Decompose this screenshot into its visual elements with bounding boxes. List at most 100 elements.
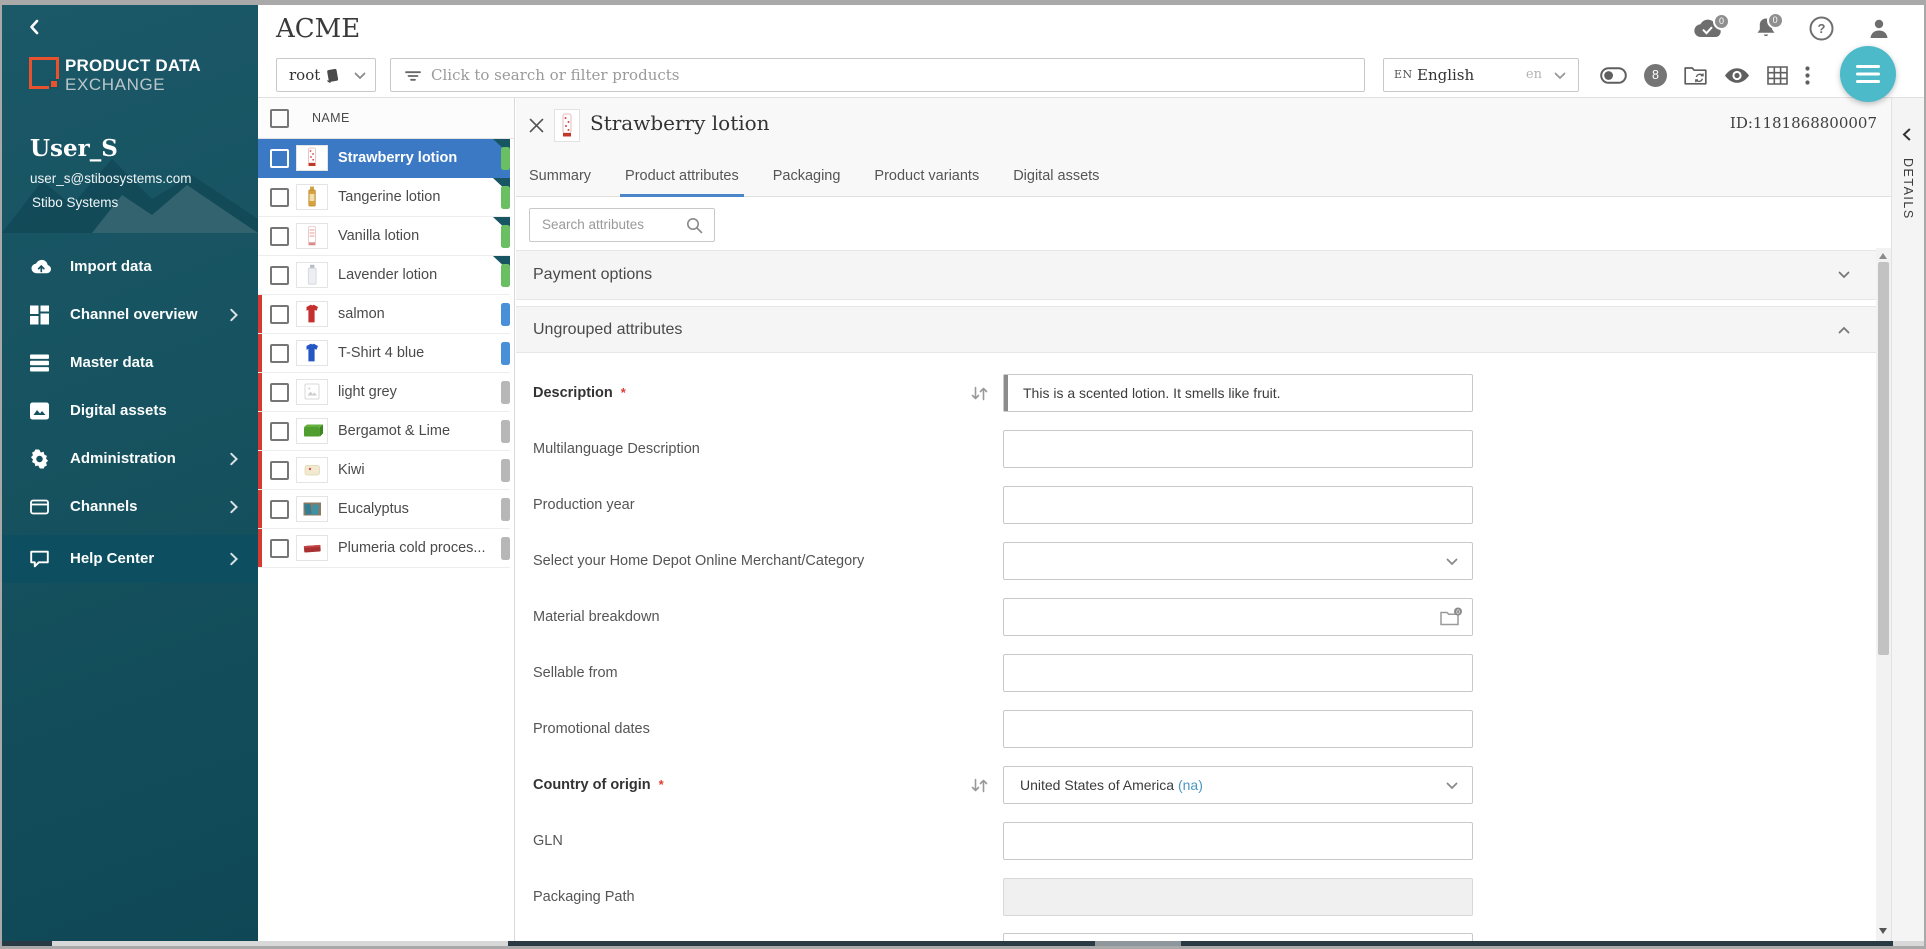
sidebar-item-label: Digital assets [70,389,167,433]
field-row-sellable-from: Sellable from [516,654,1891,692]
menu-fab-button[interactable] [1840,46,1896,102]
product-search-placeholder: Click to search or filter products [431,59,679,91]
product-thumbnail [296,301,328,327]
product-search-input[interactable]: Click to search or filter products [390,58,1365,92]
field-input-country-of-origin[interactable]: United States of America (na) [1003,766,1473,804]
sidebar-item-channel-overview[interactable]: Channel overview [2,293,258,337]
sidebar-collapse-icon[interactable] [24,15,43,39]
sidebar-item-label: Administration [70,437,176,481]
folder-count-icon[interactable]: 0 [1439,607,1463,627]
field-input-sellable-from[interactable] [1003,654,1473,692]
product-row-eucalyptus[interactable]: Eucalyptus [258,490,510,529]
product-row-light-grey[interactable]: light grey [258,373,510,412]
scroll-up-arrow[interactable] [1879,253,1887,259]
sidebar-item-help-center[interactable]: Help Center [2,535,258,583]
completeness-status-bar [501,264,510,287]
tab-digital-assets[interactable]: Digital assets [1009,158,1103,197]
product-thumbnail [296,496,328,522]
row-checkbox[interactable] [270,461,289,480]
field-input-promotional-dates[interactable] [1003,710,1473,748]
field-input-multilanguage-description[interactable] [1003,430,1473,468]
row-checkbox[interactable] [270,500,289,519]
chevron-down-icon[interactable] [1446,558,1458,566]
chevron-left-icon[interactable] [1902,128,1911,141]
toggle-icon[interactable] [1600,67,1627,84]
partial-input[interactable] [1003,933,1473,941]
product-row-plumeria-cold-proces[interactable]: Plumeria cold proces... [258,529,510,568]
product-name: Strawberry lotion [338,139,457,177]
cloud-check-icon[interactable]: 0 [1692,18,1722,39]
field-input-select-your-home-depot-online-merchant-category[interactable] [1003,542,1473,580]
context-selector[interactable]: root [276,58,376,92]
chevron-down-icon[interactable] [1446,782,1458,790]
row-checkbox[interactable] [270,422,289,441]
field-input-production-year[interactable] [1003,486,1473,524]
tab-packaging[interactable]: Packaging [769,158,845,197]
completeness-status-bar [501,537,510,560]
sidebar-item-label: Channels [70,485,138,529]
row-checkbox[interactable] [270,188,289,207]
chevron-down-icon [1838,271,1850,279]
search-icon [686,217,703,234]
select-all-checkbox[interactable] [270,109,289,128]
product-row-t-shirt-4-blue[interactable]: T-Shirt 4 blue [258,334,510,373]
field-row-description: Description* This is a scented lotion. It… [516,374,1891,412]
eye-icon[interactable] [1724,67,1750,84]
sidebar-item-administration[interactable]: Administration [2,437,258,481]
required-asterisk: * [621,385,626,400]
folder-sync-icon[interactable] [1684,66,1707,85]
details-tab-label[interactable]: DETAILS [1901,158,1915,220]
language-short-code: en [1526,59,1542,91]
product-row-lavender-lotion[interactable]: Lavender lotion [258,256,510,295]
row-checkbox[interactable] [270,305,289,324]
sidebar-item-import-data[interactable]: Import data [2,245,258,289]
section-ungrouped-attributes[interactable]: Ungrouped attributes [516,306,1876,353]
row-checkbox[interactable] [270,227,289,246]
language-selector[interactable]: EN English en [1383,58,1579,92]
language-name: English [1417,59,1474,91]
row-checkbox[interactable] [270,383,289,402]
close-icon[interactable] [529,118,544,133]
table-grid-icon[interactable] [1767,66,1788,85]
field-input-gln[interactable] [1003,822,1473,860]
topbar-icon-strip: 0 0? [1692,9,1890,47]
row-checkbox[interactable] [270,344,289,363]
person-icon[interactable] [1868,17,1890,39]
attribute-search-placeholder: Search attributes [542,209,644,241]
product-row-vanilla-lotion[interactable]: Vanilla lotion [258,217,510,256]
scrollbar-thumb[interactable] [1878,262,1889,655]
row-checkbox[interactable] [270,539,289,558]
product-row-strawberry-lotion[interactable]: Strawberry lotion [258,139,510,178]
help-icon[interactable]: ? [1809,16,1834,41]
chevron-right-icon [230,501,238,514]
field-input-description[interactable]: This is a scented lotion. It smells like… [1003,374,1473,412]
product-thumbnail [296,262,328,288]
product-row-salmon[interactable]: salmon [258,295,510,334]
sidebar-item-master-data[interactable]: Master data [2,341,258,385]
tab-product-attributes[interactable]: Product attributes [621,158,743,197]
completeness-status-bar [501,459,510,482]
product-list: NAME Strawberry lotionTangerine lotionVa… [258,98,515,941]
tab-summary[interactable]: Summary [525,158,595,197]
attribute-search-input[interactable]: Search attributes [529,208,715,242]
sidebar-item-channels[interactable]: Channels [2,485,258,529]
section-payment-options[interactable]: Payment options [516,250,1876,300]
product-thumbnail [296,145,328,171]
tab-product-variants[interactable]: Product variants [870,158,983,197]
product-row-bergamot-lime[interactable]: Bergamot & Lime [258,412,510,451]
bell-icon[interactable]: 0 [1756,17,1776,39]
row-checkbox[interactable] [270,149,289,168]
field-label: Description* [533,374,626,412]
product-row-tangerine-lotion[interactable]: Tangerine lotion [258,178,510,217]
chevron-right-icon [230,309,238,322]
row-checkbox[interactable] [270,266,289,285]
kebab-icon[interactable] [1805,66,1810,85]
field-input-material-breakdown[interactable]: 0 [1003,598,1473,636]
product-name: Bergamot & Lime [338,412,450,450]
vertical-scrollbar[interactable] [1876,248,1891,941]
counter-badge[interactable]: 8 [1644,64,1667,87]
product-row-kiwi[interactable]: Kiwi [258,451,510,490]
sidebar-item-digital-assets[interactable]: Digital assets [2,389,258,433]
scroll-down-arrow[interactable] [1879,928,1887,934]
field-row-multilanguage-description: Multilanguage Description [516,430,1891,468]
